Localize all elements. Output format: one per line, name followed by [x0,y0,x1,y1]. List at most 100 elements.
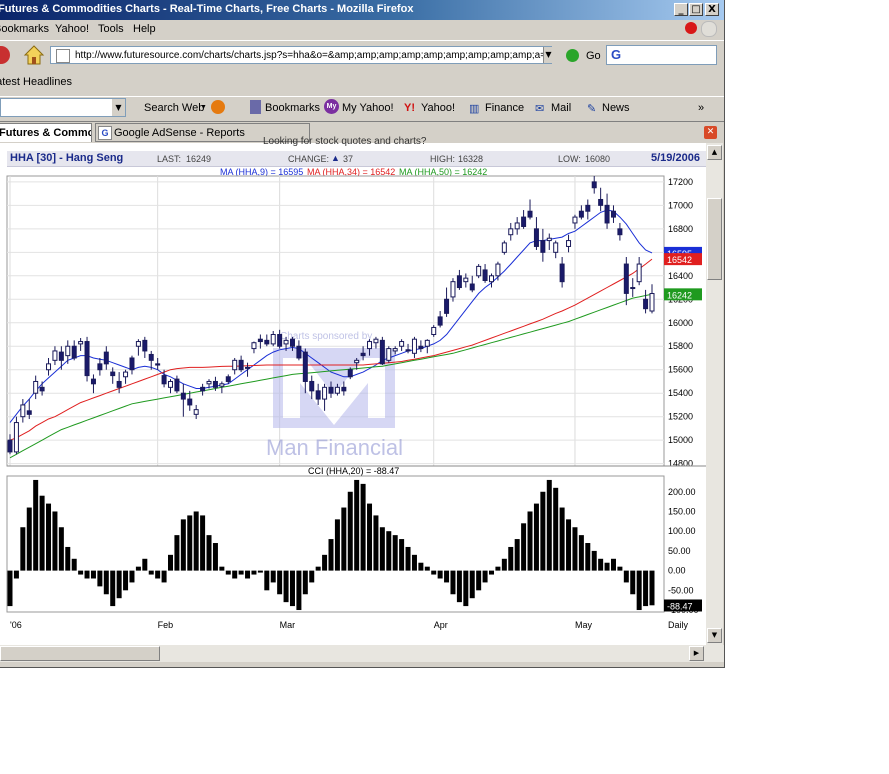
candle-down [103,351,109,365]
cci-bar [392,535,398,571]
candle-down [328,386,334,394]
cci-bar [360,483,366,571]
candle-down [591,181,597,189]
search-web-button[interactable]: Search Web [144,102,204,114]
candle-up [373,338,379,344]
cci-bar [379,527,385,571]
cci-bar [578,535,584,571]
candle-up [630,287,636,290]
menu-tools[interactable]: Tools [98,23,124,35]
mail-button[interactable]: Mail [551,102,571,114]
cci-bar [219,566,225,571]
page-icon [56,49,70,63]
candle-up [463,277,469,283]
horizontal-scrollbar[interactable]: ▶ [0,645,724,662]
go-button[interactable]: Go [586,50,601,62]
scroll-up-icon[interactable]: ▲ [707,145,722,160]
url-text: http://www.futuresource.com/charts/chart… [75,50,554,61]
cci-bar [341,507,347,571]
candle-up [219,383,225,387]
candle-down [527,210,533,218]
cci-bar [13,570,19,579]
cci-bar [367,503,373,571]
candle-down [437,316,443,326]
news-button[interactable]: News [602,102,630,114]
cci-bar [200,515,206,571]
price-chart: Charts sponsored by Man Financial 148001… [6,175,706,630]
candle-up [386,348,392,361]
candle-down [155,363,161,366]
cci-axis: 200.00150.00100.0050.000.00-50.00-100.00… [664,487,702,615]
cci-bar [46,503,52,571]
candle-up [450,281,456,298]
scroll-right-icon[interactable]: ▶ [689,646,704,661]
cci-bar [251,570,257,575]
price-tag-label: 16242 [667,290,692,300]
candle [84,336,90,382]
cci-bar [103,570,109,595]
cci-bar [450,570,456,595]
latest-headlines-link[interactable]: Latest Headlines [0,76,72,88]
candle-down [418,345,424,350]
search-web-dropdown-icon[interactable]: ▼ [200,104,207,111]
close-button[interactable]: X [705,3,719,16]
candle-up [78,341,84,345]
candle-down [142,339,148,352]
yahoo-search-input[interactable] [0,98,126,117]
finance-button[interactable]: Finance [485,102,524,114]
candle-down [405,349,411,352]
cci-bar [334,519,340,571]
cci-legend: CCI (HHA,20) = -88.47 [308,466,399,476]
candle-down [296,345,302,359]
url-dropdown-icon[interactable]: ▼ [543,47,553,63]
candle-up [270,334,276,345]
cci-bar [39,495,45,571]
cci-bar [110,570,116,607]
candle-down [39,386,45,392]
cci-bar [399,539,405,571]
cci-bar [245,570,251,579]
cci-bar [206,535,212,571]
cci-bar [212,543,218,571]
vertical-scroll-thumb[interactable] [707,198,722,280]
cci-bar [238,570,244,575]
yahoo-bookmarks-button[interactable]: Bookmarks [265,102,320,114]
search-box[interactable] [606,45,717,65]
candle-down [610,210,616,218]
cci-bar [187,515,193,571]
tab-futures-charts[interactable]: Futures & Commodities Charts [0,123,92,142]
scroll-down-icon[interactable]: ▼ [707,628,722,643]
cci-bar [7,570,13,607]
minimize-button[interactable]: _ [674,3,688,16]
cci-bar [97,570,103,587]
cci-bar [469,570,475,599]
home-icon[interactable] [23,44,45,66]
candle-down [200,386,206,392]
candle [386,346,392,363]
menu-help[interactable]: Help [133,23,156,35]
cci-bar [501,558,507,571]
candle-up [546,237,552,242]
yahoo-button[interactable]: Yahoo! [421,102,455,114]
vertical-scrollbar[interactable]: ▲ ▼ [706,143,723,645]
maximize-button[interactable]: □ [689,3,703,16]
close-tab-icon[interactable]: ✕ [704,126,717,139]
candle-up [168,380,173,388]
candle-down [116,380,122,388]
cci-current-label: -88.47 [667,601,693,611]
menu-bookmarks[interactable]: Bookmarks [0,23,49,35]
date-tick-label: May [575,620,593,630]
yahoo-search-dropdown-icon[interactable]: ▼ [112,99,125,116]
go-icon[interactable] [566,49,579,62]
horizontal-scroll-thumb[interactable] [0,646,160,661]
cci-bar [546,479,552,571]
candle-down [97,363,103,371]
toolbar-overflow-button[interactable]: » [698,102,704,114]
menu-yahoo[interactable]: Yahoo! [55,23,89,35]
my-yahoo-button[interactable]: My Yahoo! [342,102,394,114]
cci-bar [437,570,443,579]
candle-down [238,359,244,371]
highlight-icon[interactable] [211,100,225,114]
candle-up [334,386,340,394]
candle-down [643,298,649,310]
